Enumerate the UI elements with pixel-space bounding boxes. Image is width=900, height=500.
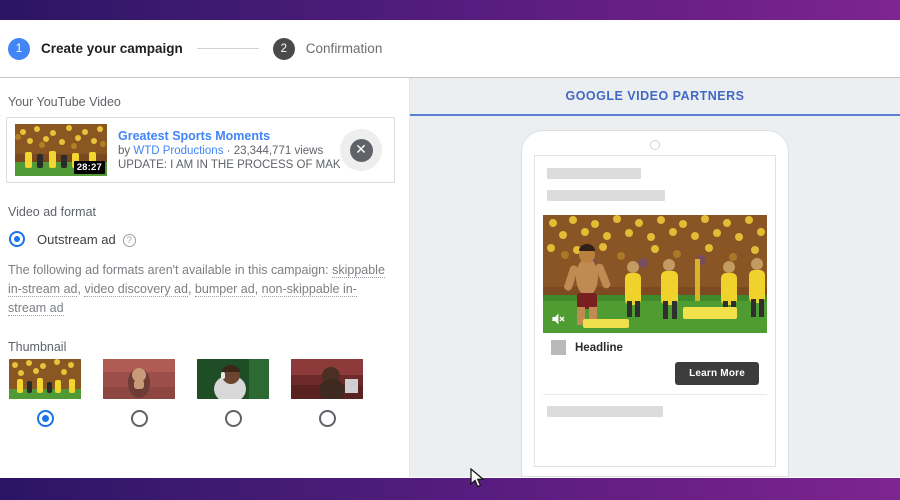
video-thumbnail-image: 28:27 [15,124,107,176]
thumbnail-radio-2[interactable] [130,410,148,427]
format-link-video-discovery[interactable]: video discovery ad [84,282,188,297]
stepper-header: 1 Create your campaign 2 Confirmation [0,20,900,78]
outstream-ad-text: Outstream ad [37,231,116,247]
step-1-label: Create your campaign [41,41,183,56]
ad-info-bar: Headline Learn More [543,333,767,395]
thumbnail-option-2[interactable] [103,359,175,427]
ad-headline-row: Headline [551,340,759,355]
step-create-campaign[interactable]: 1 Create your campaign [8,37,183,60]
mute-icon[interactable] [550,311,566,327]
thumbnail-option-3[interactable] [197,359,269,427]
close-icon: ✕ [349,138,373,162]
outstream-ad-row[interactable]: Outstream ad? [9,231,395,247]
help-icon[interactable]: ? [122,233,136,247]
thumbnail-strip [9,359,395,427]
learn-more-button[interactable]: Learn More [675,362,759,385]
video-sep: · [223,144,234,157]
thumbnail-radio-wrap-4 [291,410,363,427]
step-2-badge: 2 [272,37,295,60]
thumbnail-image-4[interactable] [291,359,363,399]
remove-video-button[interactable]: ✕ [340,129,382,171]
thumbnail-image-1[interactable] [9,359,81,399]
outstream-ad-radio[interactable] [9,231,25,247]
phone-screen: Headline Learn More [534,155,776,467]
ad-cta-row: Learn More [551,362,759,385]
step-confirmation[interactable]: 2 Confirmation [272,37,383,60]
thumbnail-image-3[interactable] [197,359,269,399]
fmt-join-2: , [187,282,195,296]
video-ad-format-label: Video ad format [8,205,97,219]
outstream-ad-label: Outstream ad? [37,232,136,247]
step-1-badge: 1 [8,37,30,60]
video-duration-badge: 28:27 [73,161,105,174]
placeholder-line-2 [547,190,665,201]
video-byline: by WTD Productions · 23,344,771 views [118,144,340,158]
content-split: Your YouTube Video 28:27 Greatest Sports… [0,78,900,477]
format-link-bumper[interactable]: bumper ad [194,282,255,297]
thumbnail-option-1[interactable] [9,359,81,427]
placeholder-line-3 [547,406,663,417]
advertiser-logo-placeholder [551,340,566,355]
video-view-count: 23,344,771 views [233,144,324,157]
ad-video-preview[interactable] [543,215,767,333]
video-title[interactable]: Greatest Sports Moments [118,129,340,144]
unavailable-formats-note: The following ad formats aren't availabl… [8,261,393,318]
thumbnail-radio-wrap-2 [103,410,175,427]
campaign-form-panel: Your YouTube Video 28:27 Greatest Sports… [0,78,410,477]
video-by-prefix: by [118,144,134,157]
video-channel-name[interactable]: WTD Productions [133,145,223,157]
app-window: 1 Create your campaign 2 Confirmation Yo… [0,20,900,478]
unavailable-formats-prefix: The following ad formats aren't availabl… [8,263,333,277]
thumbnail-radio-4[interactable] [318,410,336,427]
preview-tabbar: GOOGLE VIDEO PARTNERS [410,78,900,116]
thumbnail-radio-3[interactable] [224,410,242,427]
bottom-chrome-bar [0,478,900,500]
top-chrome-bar [0,0,900,20]
phone-mockup: Headline Learn More [521,130,789,477]
tab-google-video-partners[interactable]: GOOGLE VIDEO PARTNERS [565,89,744,103]
your-youtube-video-label: Your YouTube Video [8,95,121,109]
placeholder-line-1 [547,168,641,179]
step-2-label: Confirmation [305,41,383,56]
video-meta: Greatest Sports Moments by WTD Productio… [118,129,340,172]
ad-preview-panel: GOOGLE VIDEO PARTNERS Headline Learn Mor… [410,78,900,477]
thumbnail-radio-wrap-1 [9,410,81,427]
thumbnail-option-4[interactable] [291,359,363,427]
fmt-join-3: , [254,282,262,296]
phone-mockup-wrap: Headline Learn More [410,130,900,477]
thumbnail-radio-wrap-3 [197,410,269,427]
thumbnail-label: Thumbnail [8,340,67,354]
step-connector [196,48,259,49]
selected-video-card: 28:27 Greatest Sports Moments by WTD Pro… [6,117,395,183]
phone-camera-icon [650,140,660,150]
video-description: UPDATE: I AM IN THE PROCESS OF MAKIN... [118,158,340,171]
thumbnail-radio-1[interactable] [36,410,54,427]
thumbnail-image-2[interactable] [103,359,175,399]
ad-headline-text: Headline [575,341,623,354]
